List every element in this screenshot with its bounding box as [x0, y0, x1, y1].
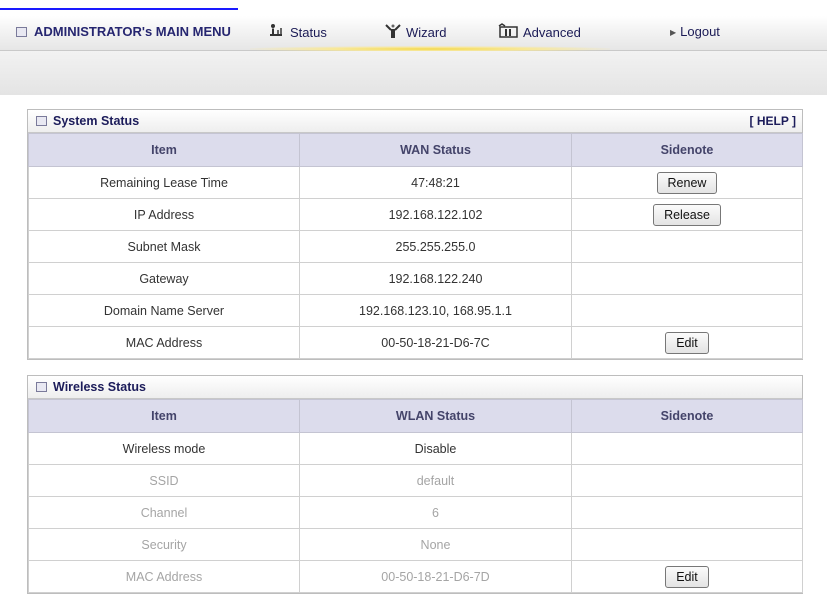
- row-value: Disable: [299, 432, 572, 465]
- table-header-row: Item WLAN Status Sidenote: [28, 399, 803, 433]
- table-row: SSID default: [28, 464, 803, 497]
- row-sidenote: Renew: [571, 166, 803, 199]
- row-value: 47:48:21: [299, 166, 572, 199]
- square-bullet-icon: [16, 27, 27, 37]
- top-link-underline: [0, 0, 238, 10]
- triangle-right-icon: ▶: [670, 28, 677, 37]
- advanced-toolbox-icon: [498, 23, 518, 38]
- table-row: MAC Address 00-50-18-21-D6-7C Edit: [28, 326, 803, 359]
- row-sidenote: Edit: [571, 326, 803, 359]
- wireless-status-header: Wireless Status: [28, 376, 802, 399]
- row-sidenote: [571, 230, 803, 263]
- row-value: 6: [299, 496, 572, 529]
- menu-status[interactable]: Status: [268, 23, 327, 41]
- row-sidenote: [571, 294, 803, 327]
- row-value: 192.168.123.10, 168.95.1.1: [299, 294, 572, 327]
- column-header-wan-status: WAN Status: [299, 133, 572, 167]
- row-sidenote: [571, 432, 803, 465]
- edit-wan-mac-button[interactable]: Edit: [665, 331, 709, 354]
- menu-logout[interactable]: ▶ Logout: [670, 23, 720, 41]
- row-value: 192.168.122.102: [299, 198, 572, 231]
- system-status-header: System Status [ HELP ]: [28, 110, 802, 133]
- row-value: None: [299, 528, 572, 561]
- system-status-table: Item WAN Status Sidenote Remaining Lease…: [28, 133, 803, 359]
- wireless-status-table: Item WLAN Status Sidenote Wireless mode …: [28, 399, 803, 593]
- system-status-panel: System Status [ HELP ] Item WAN Status S…: [27, 109, 803, 360]
- row-label: Domain Name Server: [28, 294, 300, 327]
- row-label: IP Address: [28, 198, 300, 231]
- row-label: Wireless mode: [28, 432, 300, 465]
- menu-advanced[interactable]: Advanced: [497, 23, 581, 41]
- column-header-sidenote: Sidenote: [571, 133, 803, 167]
- row-label: Gateway: [28, 262, 300, 295]
- wireless-status-panel: Wireless Status Item WLAN Status Sidenot…: [27, 375, 803, 594]
- row-sidenote: [571, 496, 803, 529]
- row-label: MAC Address: [28, 326, 300, 359]
- row-sidenote: Edit: [571, 560, 803, 593]
- wizard-wand-icon: [385, 24, 401, 38]
- row-value: 00-50-18-21-D6-7D: [299, 560, 572, 593]
- row-value: 192.168.122.240: [299, 262, 572, 295]
- square-bullet-icon: [36, 382, 47, 392]
- row-value: default: [299, 464, 572, 497]
- table-row: Gateway 192.168.122.240: [28, 262, 803, 295]
- square-bullet-icon: [36, 116, 47, 126]
- edit-wlan-mac-button[interactable]: Edit: [665, 565, 709, 588]
- row-label: Security: [28, 528, 300, 561]
- main-menu-bar: ADMINISTRATOR's MAIN MENU Status Wizard …: [0, 16, 827, 52]
- row-label: MAC Address: [28, 560, 300, 593]
- status-figure-icon: [270, 24, 282, 36]
- table-row: Security None: [28, 528, 803, 561]
- release-button[interactable]: Release: [653, 203, 721, 226]
- column-header-item: Item: [28, 399, 300, 433]
- row-sidenote: [571, 528, 803, 561]
- row-value: 255.255.255.0: [299, 230, 572, 263]
- menu-wizard[interactable]: Wizard: [384, 23, 446, 41]
- sub-menu-bar: [0, 51, 827, 95]
- column-header-item: Item: [28, 133, 300, 167]
- row-label: Subnet Mask: [28, 230, 300, 263]
- row-sidenote: [571, 262, 803, 295]
- row-sidenote: Release: [571, 198, 803, 231]
- table-row: MAC Address 00-50-18-21-D6-7D Edit: [28, 560, 803, 593]
- column-header-wlan-status: WLAN Status: [299, 399, 572, 433]
- help-link[interactable]: [ HELP ]: [750, 110, 796, 132]
- row-value: 00-50-18-21-D6-7C: [299, 326, 572, 359]
- column-header-sidenote: Sidenote: [571, 399, 803, 433]
- table-header-row: Item WAN Status Sidenote: [28, 133, 803, 167]
- menu-admin-main[interactable]: ADMINISTRATOR's MAIN MENU: [16, 23, 231, 41]
- table-row: Channel 6: [28, 496, 803, 529]
- table-row: IP Address 192.168.122.102 Release: [28, 198, 803, 231]
- table-row: Wireless mode Disable: [28, 432, 803, 465]
- table-row: Subnet Mask 255.255.255.0: [28, 230, 803, 263]
- row-sidenote: [571, 464, 803, 497]
- table-row: Remaining Lease Time 47:48:21 Renew: [28, 166, 803, 199]
- table-row: Domain Name Server 192.168.123.10, 168.9…: [28, 294, 803, 327]
- renew-button[interactable]: Renew: [656, 171, 718, 194]
- row-label: Remaining Lease Time: [28, 166, 300, 199]
- row-label: SSID: [28, 464, 300, 497]
- row-label: Channel: [28, 496, 300, 529]
